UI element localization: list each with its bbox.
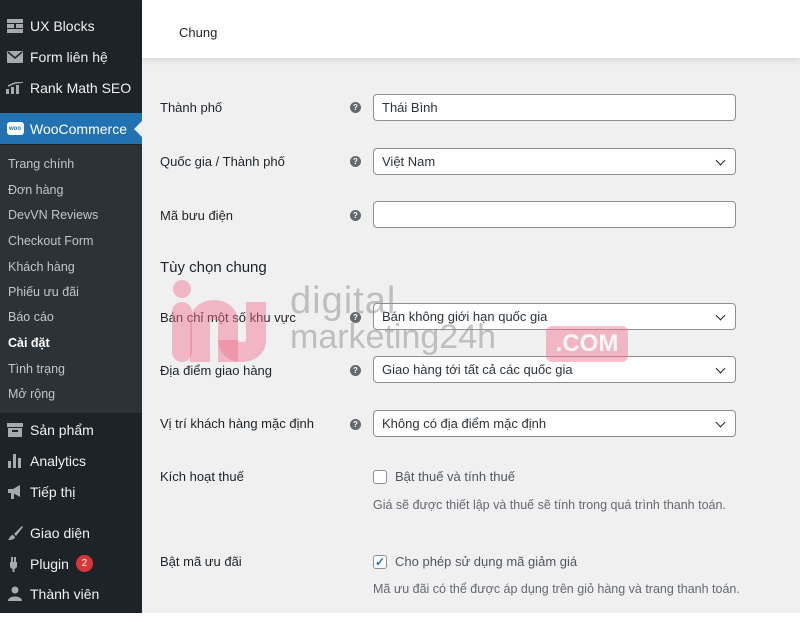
help-icon[interactable]: ? bbox=[350, 312, 361, 323]
postcode-input[interactable] bbox=[373, 201, 736, 228]
selling-value: Bán không giới hạn quốc gia bbox=[382, 309, 548, 324]
coupons-description: Mã ưu đãi có thể được áp dụng trên giỏ h… bbox=[373, 582, 740, 596]
coupons-checkbox-row[interactable]: ✓ Cho phép sử dụng mã giảm giá bbox=[373, 554, 577, 569]
bottom-strip bbox=[0, 613, 800, 635]
coupons-checkbox-label: Cho phép sử dụng mã giảm giá bbox=[395, 554, 578, 569]
country-label: Quốc gia / Thành phố bbox=[160, 154, 285, 169]
submenu-trang-chinh[interactable]: Trang chính bbox=[8, 154, 74, 174]
archive-icon bbox=[0, 422, 30, 437]
tax-checkbox-row[interactable]: Bật thuế và tính thuế bbox=[373, 469, 515, 484]
shipping-value: Giao hàng tới tất cả các quốc gia bbox=[382, 362, 573, 377]
menu-item-label: Rank Math SEO bbox=[30, 79, 132, 96]
menu-item-label: WooCommerce bbox=[30, 120, 127, 137]
shipping-select[interactable]: Giao hàng tới tất cả các quốc gia bbox=[373, 356, 736, 383]
menu-item-san-pham[interactable]: Sản phẩm bbox=[0, 414, 142, 445]
submenu-devvn-reviews[interactable]: DevVN Reviews bbox=[8, 205, 98, 225]
submenu-don-hang[interactable]: Đơn hàng bbox=[8, 180, 63, 200]
plugin-icon bbox=[0, 556, 30, 572]
city-value: Thái Bình bbox=[382, 100, 438, 115]
menu-item-giao-dien[interactable]: Giao diện bbox=[0, 517, 142, 548]
help-icon[interactable]: ? bbox=[350, 102, 361, 113]
menu-item-label: Sản phẩm bbox=[30, 421, 94, 438]
help-icon[interactable]: ? bbox=[350, 210, 361, 221]
menu-item-analytics[interactable]: Analytics bbox=[0, 445, 142, 476]
submenu-phieu-uu-dai[interactable]: Phiếu ưu đãi bbox=[8, 282, 79, 302]
settings-header: Chung bbox=[142, 0, 800, 58]
menu-item-label: Tiếp thị bbox=[30, 483, 76, 500]
submenu-bao-cao[interactable]: Báo cáo bbox=[8, 307, 54, 327]
menu-item-plugin[interactable]: Plugin 2 bbox=[0, 548, 142, 579]
country-select[interactable]: Việt Nam bbox=[373, 148, 736, 175]
coupons-checkbox[interactable]: ✓ bbox=[373, 554, 387, 569]
menu-item-tiep-thi[interactable]: Tiếp thị bbox=[0, 476, 142, 507]
checkmark-icon: ✓ bbox=[374, 554, 386, 569]
menu-item-rank-math[interactable]: Rank Math SEO bbox=[0, 72, 142, 103]
woocommerce-submenu: Trang chính Đơn hàng DevVN Reviews Check… bbox=[0, 145, 142, 413]
coupons-label: Bật mã ưu đãi bbox=[160, 554, 242, 569]
menu-item-label: UX Blocks bbox=[30, 17, 95, 34]
brush-icon bbox=[0, 525, 30, 541]
default-location-label: Vị trí khách hàng mặc định bbox=[160, 416, 314, 431]
envelope-icon bbox=[0, 50, 30, 63]
shipping-label: Địa điểm giao hàng bbox=[160, 363, 273, 378]
section-title: Tùy chọn chung bbox=[160, 259, 267, 276]
help-icon[interactable]: ? bbox=[350, 365, 361, 376]
tax-checkbox-label: Bật thuế và tính thuế bbox=[395, 469, 515, 484]
tab-chung[interactable]: Chung bbox=[179, 25, 217, 40]
submenu-checkout-form[interactable]: Checkout Form bbox=[8, 231, 93, 251]
menu-item-label: Plugin bbox=[30, 555, 69, 572]
submenu-cai-dat[interactable]: Cài đặt bbox=[8, 333, 50, 353]
tax-description: Giá sẽ được thiết lập và thuế sẽ tính tr… bbox=[373, 498, 726, 512]
update-count-badge: 2 bbox=[75, 555, 93, 572]
woo-icon: woo bbox=[0, 122, 30, 135]
menu-item-thanh-vien[interactable]: Thành viên bbox=[0, 578, 142, 609]
tax-label: Kích hoạt thuế bbox=[160, 469, 244, 484]
menu-item-ux-blocks[interactable]: UX Blocks bbox=[0, 10, 142, 41]
blocks-icon bbox=[0, 18, 30, 33]
country-value: Việt Nam bbox=[382, 154, 436, 169]
menu-item-form-lien-he[interactable]: Form liên hệ bbox=[0, 41, 142, 72]
submenu-mo-rong[interactable]: Mở rộng bbox=[8, 384, 55, 404]
menu-item-label: Giao diện bbox=[30, 524, 90, 541]
default-location-select[interactable]: Không có địa điểm mặc định bbox=[373, 410, 736, 437]
tax-checkbox[interactable] bbox=[373, 469, 387, 484]
default-location-value: Không có địa điểm mặc định bbox=[382, 416, 547, 431]
selling-select[interactable]: Bán không giới hạn quốc gia bbox=[373, 303, 736, 330]
bar-chart-icon bbox=[0, 453, 30, 468]
postcode-label: Mã bưu điện bbox=[160, 208, 234, 223]
settings-form: Thành phố ? Thái Bình Quốc gia / Thành p… bbox=[142, 58, 800, 613]
megaphone-icon bbox=[0, 484, 30, 500]
help-icon[interactable]: ? bbox=[350, 419, 361, 430]
user-icon bbox=[0, 586, 30, 601]
chart-icon bbox=[0, 81, 30, 94]
selling-label: Bán chỉ một số khu vực bbox=[160, 310, 296, 325]
menu-item-label: Analytics bbox=[30, 452, 87, 469]
admin-sidebar: UX Blocks Form liên hệ Rank Math SEO woo… bbox=[0, 0, 142, 613]
city-label: Thành phố bbox=[160, 100, 223, 115]
submenu-khach-hang[interactable]: Khách hàng bbox=[8, 257, 75, 277]
menu-item-label: Thành viên bbox=[30, 585, 100, 602]
menu-item-label: Form liên hệ bbox=[30, 48, 108, 65]
help-icon[interactable]: ? bbox=[350, 156, 361, 167]
city-input[interactable]: Thái Bình bbox=[373, 94, 736, 121]
menu-item-woocommerce[interactable]: woo WooCommerce bbox=[0, 113, 142, 144]
submenu-tinh-trang[interactable]: Tình trạng bbox=[8, 359, 65, 379]
